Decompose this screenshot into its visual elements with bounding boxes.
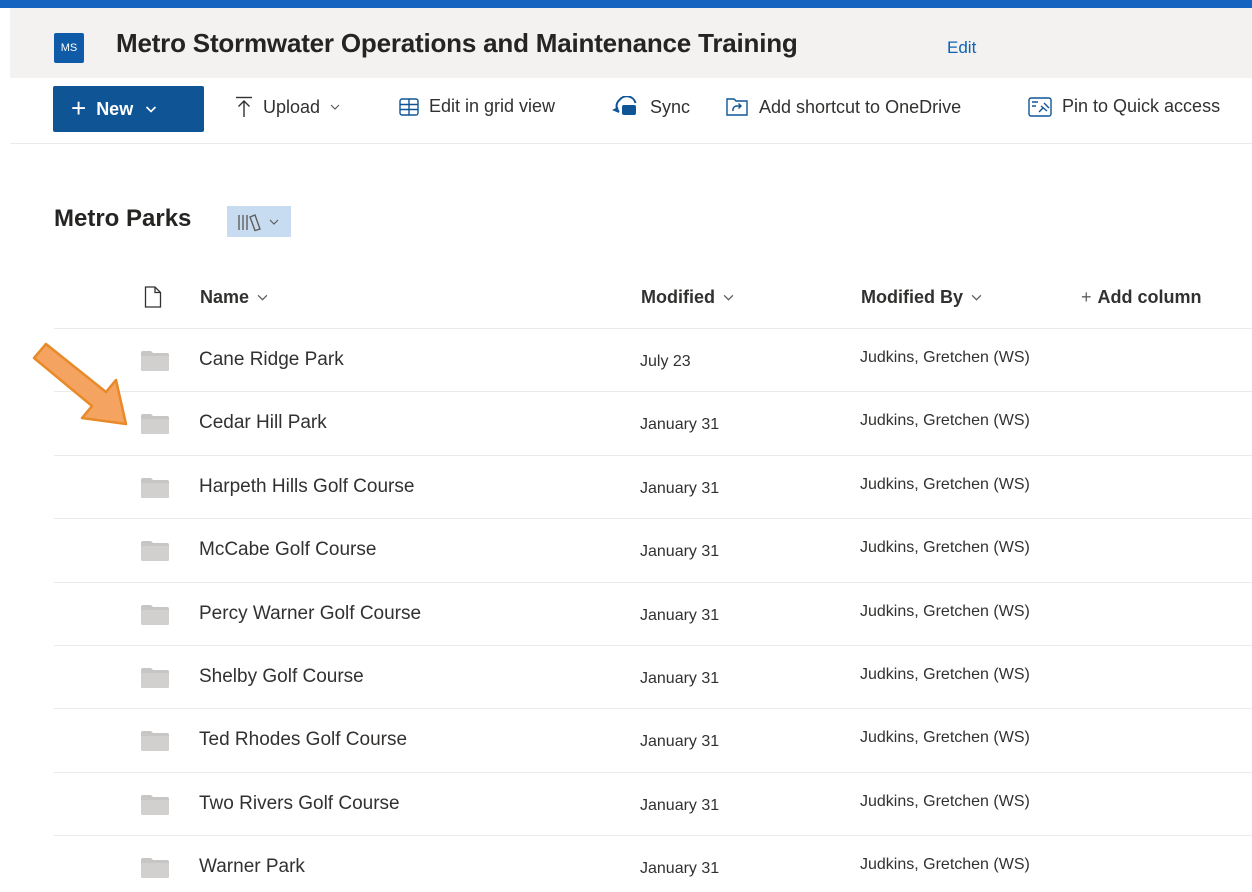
sync-icon (610, 96, 640, 118)
column-name-label: Name (200, 287, 250, 307)
list-row[interactable]: McCabe Golf Course January 31 Judkins, Gre… (54, 519, 1252, 583)
chevron-down-icon (269, 219, 279, 225)
row-modified-by[interactable]: Judkins, Gretchen (WS) (860, 539, 1030, 557)
row-modified: January 31 (640, 860, 720, 878)
list-rows: Cane Ridge Park July 23 Judkins, Gretchen … (54, 329, 1252, 892)
add-shortcut-button[interactable]: Add shortcut to OneDrive (725, 96, 961, 118)
row-modified: January 31 (640, 606, 720, 624)
column-modified-label: Modified (641, 287, 715, 307)
folder-icon (141, 858, 169, 879)
upload-button[interactable]: Upload (235, 96, 340, 118)
file-type-icon[interactable] (144, 286, 162, 308)
row-modified: July 23 (640, 353, 691, 370)
new-button-label: New (96, 98, 134, 119)
list-row[interactable]: Harpeth Hills Golf Course January 31 Judki… (54, 456, 1252, 520)
column-header-name[interactable]: Name (200, 287, 268, 308)
row-modified: January 31 (640, 733, 720, 751)
row-name[interactable]: Cane Ridge Park (199, 349, 344, 371)
row-modified-by[interactable]: Judkins, Gretchen (WS) (860, 349, 1030, 367)
upload-icon (235, 96, 253, 118)
chevron-down-icon (723, 294, 734, 301)
column-header-modified[interactable]: Modified (641, 287, 734, 308)
list-row[interactable]: Two Rivers Golf Course January 31 Judkins,… (54, 773, 1252, 837)
pin-label: Pin to Quick access (1062, 96, 1221, 116)
shortcut-icon (725, 96, 749, 118)
folder-icon (141, 541, 169, 562)
folder-icon (141, 667, 169, 688)
library-title: Metro Parks (54, 205, 192, 232)
grid-view-label: Edit in grid view (429, 96, 556, 116)
folder-icon (141, 604, 169, 625)
row-modified: January 31 (640, 416, 720, 434)
pin-icon (1028, 96, 1052, 117)
row-name[interactable]: Ted Rhodes Golf Course (199, 729, 407, 751)
chevron-down-icon (330, 104, 340, 110)
row-name[interactable]: Warner Park (199, 856, 305, 878)
list-row[interactable]: Ted Rhodes Golf Course January 31 Judkins,… (54, 709, 1252, 773)
edit-in-grid-view-button[interactable]: Edit in grid view (399, 96, 555, 117)
site-logo[interactable]: MS (54, 33, 84, 63)
upload-label: Upload (263, 96, 321, 117)
library-view-icon (238, 213, 261, 231)
site-title[interactable]: Metro Stormwater Operations and Maintena… (116, 28, 798, 59)
file-list: Name Modified Modified By + Add column Ca… (54, 266, 1252, 892)
plus-icon: + (1081, 287, 1092, 307)
folder-icon (141, 731, 169, 752)
row-modified-by[interactable]: Judkins, Gretchen (WS) (860, 729, 1030, 747)
pin-to-quick-access-button[interactable]: Pin to Quick access (1028, 96, 1220, 117)
add-column-button[interactable]: + Add column (1081, 287, 1202, 308)
row-name[interactable]: Harpeth Hills Golf Course (199, 476, 414, 498)
list-row[interactable]: Warner Park January 31 Judkins, Gretchen (… (54, 836, 1252, 892)
row-modified-by[interactable]: Judkins, Gretchen (WS) (860, 793, 1030, 811)
column-modified-by-label: Modified By (861, 287, 963, 307)
row-modified: January 31 (640, 796, 720, 814)
chevron-down-icon (146, 106, 157, 113)
add-column-label: Add column (1097, 287, 1202, 307)
site-header: MS Metro Stormwater Operations and Maint… (10, 8, 1252, 78)
chevron-down-icon (971, 294, 982, 301)
chevron-down-icon (257, 294, 268, 301)
shortcut-label: Add shortcut to OneDrive (759, 96, 962, 117)
row-modified: January 31 (640, 669, 720, 687)
top-accent-bar (0, 0, 1252, 8)
plus-icon: + (71, 93, 87, 123)
new-button[interactable]: + New (53, 86, 204, 132)
row-modified: January 31 (640, 543, 720, 561)
row-modified-by[interactable]: Judkins, Gretchen (WS) (860, 412, 1030, 430)
edit-link[interactable]: Edit (947, 38, 976, 58)
row-name[interactable]: Cedar Hill Park (199, 412, 327, 434)
folder-icon (141, 351, 169, 371)
row-name[interactable]: McCabe Golf Course (199, 539, 376, 561)
row-modified-by[interactable]: Judkins, Gretchen (WS) (860, 666, 1030, 684)
list-header: Name Modified Modified By + Add column (54, 266, 1252, 329)
annotation-arrow (32, 342, 128, 426)
sync-label: Sync (650, 96, 691, 117)
row-modified-by[interactable]: Judkins, Gretchen (WS) (860, 476, 1030, 494)
list-row[interactable]: Cedar Hill Park January 31 Judkins, Gretch… (54, 392, 1252, 456)
column-header-modified-by[interactable]: Modified By (861, 287, 982, 308)
row-name[interactable]: Two Rivers Golf Course (199, 793, 400, 815)
view-options-button[interactable] (227, 206, 291, 237)
sync-button[interactable]: Sync (610, 96, 690, 118)
command-bar: + New Upload Edit in grid view Sync Add … (10, 78, 1252, 144)
folder-icon (141, 414, 169, 435)
list-row[interactable]: Cane Ridge Park July 23 Judkins, Gretchen … (54, 329, 1252, 393)
row-modified-by[interactable]: Judkins, Gretchen (WS) (860, 856, 1030, 874)
row-modified: January 31 (640, 479, 720, 497)
list-row[interactable]: Percy Warner Golf Course January 31 Judkin… (54, 583, 1252, 646)
list-row[interactable]: Shelby Golf Course January 31 Judkins, Gre… (54, 646, 1252, 710)
folder-icon (141, 477, 169, 498)
folder-icon (141, 794, 169, 815)
row-name[interactable]: Shelby Golf Course (199, 666, 364, 688)
row-name[interactable]: Percy Warner Golf Course (199, 603, 421, 625)
grid-icon (399, 97, 419, 116)
row-modified-by[interactable]: Judkins, Gretchen (WS) (860, 603, 1030, 621)
